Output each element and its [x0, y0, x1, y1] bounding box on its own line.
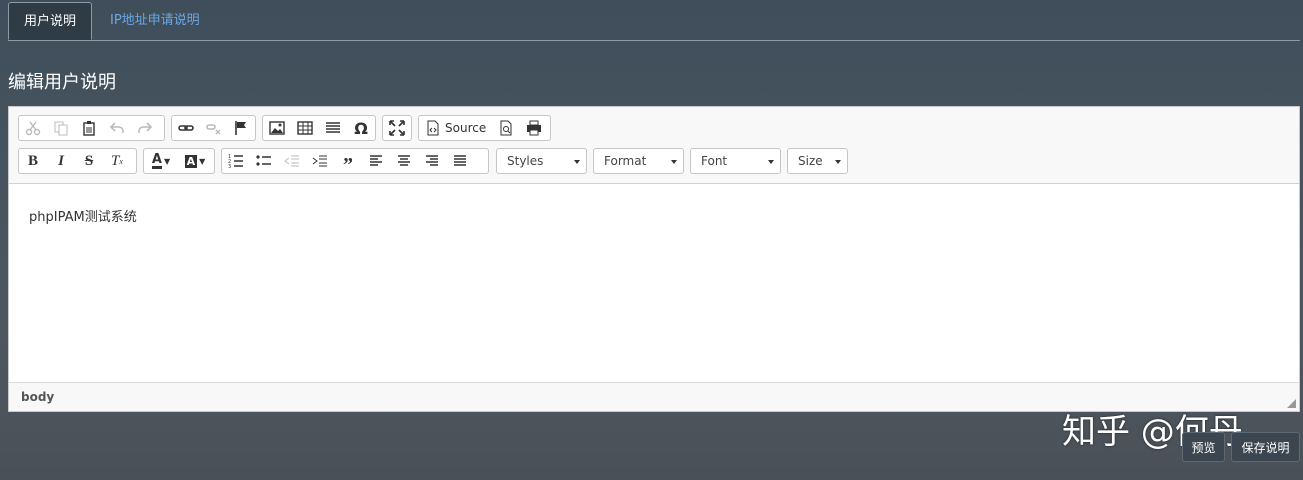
- numbered-list-icon[interactable]: 123: [222, 149, 250, 173]
- align-center-icon[interactable]: [390, 149, 418, 173]
- styles-label: Styles: [507, 154, 544, 168]
- undo-icon[interactable]: [103, 116, 131, 140]
- resize-handle-icon[interactable]: [1287, 399, 1296, 408]
- font-dropdown[interactable]: Font: [690, 148, 781, 174]
- text-color-icon[interactable]: A ▼: [144, 149, 178, 173]
- format-label: Format: [604, 154, 647, 168]
- cut-icon[interactable]: [19, 116, 47, 140]
- editor-content-area[interactable]: phpIPAM测试系统: [9, 184, 1299, 383]
- maximize-icon[interactable]: [383, 116, 411, 140]
- svg-text:3: 3: [228, 164, 231, 169]
- editor-toolbar: Ω Source B I S Tx A ▼ A ▼ 123 ” Styles F…: [9, 107, 1299, 184]
- blockquote-icon[interactable]: ”: [334, 145, 362, 177]
- paragraph-group: 123 ”: [221, 145, 489, 177]
- size-dropdown[interactable]: Size: [787, 148, 848, 174]
- tab-user-guide[interactable]: 用户说明: [8, 2, 92, 40]
- rich-text-editor: Ω Source B I S Tx A ▼ A ▼ 123 ” Styles F…: [8, 106, 1300, 412]
- clipboard-group: [18, 115, 165, 141]
- unlink-icon[interactable]: [200, 116, 228, 140]
- bulleted-list-icon[interactable]: [250, 149, 278, 173]
- italic-icon[interactable]: I: [47, 149, 75, 173]
- bold-icon[interactable]: B: [19, 149, 47, 173]
- redo-icon[interactable]: [131, 116, 159, 140]
- chevron-down-icon: [835, 160, 841, 164]
- indent-icon[interactable]: [306, 149, 334, 173]
- strike-icon[interactable]: S: [75, 149, 103, 173]
- size-label: Size: [798, 154, 823, 168]
- insert-group: Ω: [262, 115, 376, 141]
- basic-style-group: B I S Tx: [18, 148, 137, 174]
- align-left-icon[interactable]: [362, 149, 390, 173]
- page-title: 编辑用户说明: [8, 72, 116, 93]
- preview-button[interactable]: 预览: [1182, 432, 1225, 462]
- chevron-down-icon: [768, 160, 774, 164]
- horizontal-rule-icon[interactable]: [319, 116, 347, 140]
- source-label: Source: [445, 121, 487, 135]
- outdent-icon[interactable]: [278, 149, 306, 173]
- bg-color-icon[interactable]: A ▼: [178, 149, 212, 173]
- justify-icon[interactable]: [446, 149, 474, 173]
- copy-icon[interactable]: [47, 116, 75, 140]
- tab-bar: 用户说明 IP地址申请说明: [8, 2, 1300, 41]
- document-group: Source: [418, 115, 551, 141]
- maximize-group: [382, 115, 412, 141]
- link-icon[interactable]: [172, 116, 200, 140]
- source-button[interactable]: Source: [419, 116, 492, 140]
- align-right-icon[interactable]: [418, 149, 446, 173]
- content-text[interactable]: phpIPAM测试系统: [29, 206, 137, 225]
- print-icon[interactable]: [520, 116, 548, 140]
- image-icon[interactable]: [263, 116, 291, 140]
- save-button[interactable]: 保存说明: [1231, 432, 1300, 462]
- preview-icon[interactable]: [492, 116, 520, 140]
- color-group: A ▼ A ▼: [143, 148, 215, 174]
- tab-ip-request-guide[interactable]: IP地址申请说明: [96, 2, 214, 40]
- styles-dropdown[interactable]: Styles: [496, 148, 587, 174]
- link-group: [171, 115, 256, 141]
- paste-icon[interactable]: [75, 116, 103, 140]
- source-icon: [427, 120, 439, 136]
- anchor-flag-icon[interactable]: [227, 116, 255, 140]
- format-dropdown[interactable]: Format: [593, 148, 684, 174]
- remove-format-icon[interactable]: Tx: [103, 149, 131, 173]
- chevron-down-icon: [574, 160, 580, 164]
- element-path[interactable]: body: [21, 390, 54, 404]
- table-icon[interactable]: [291, 116, 319, 140]
- special-char-icon[interactable]: Ω: [347, 116, 375, 140]
- font-label: Font: [701, 154, 728, 168]
- chevron-down-icon: [671, 160, 677, 164]
